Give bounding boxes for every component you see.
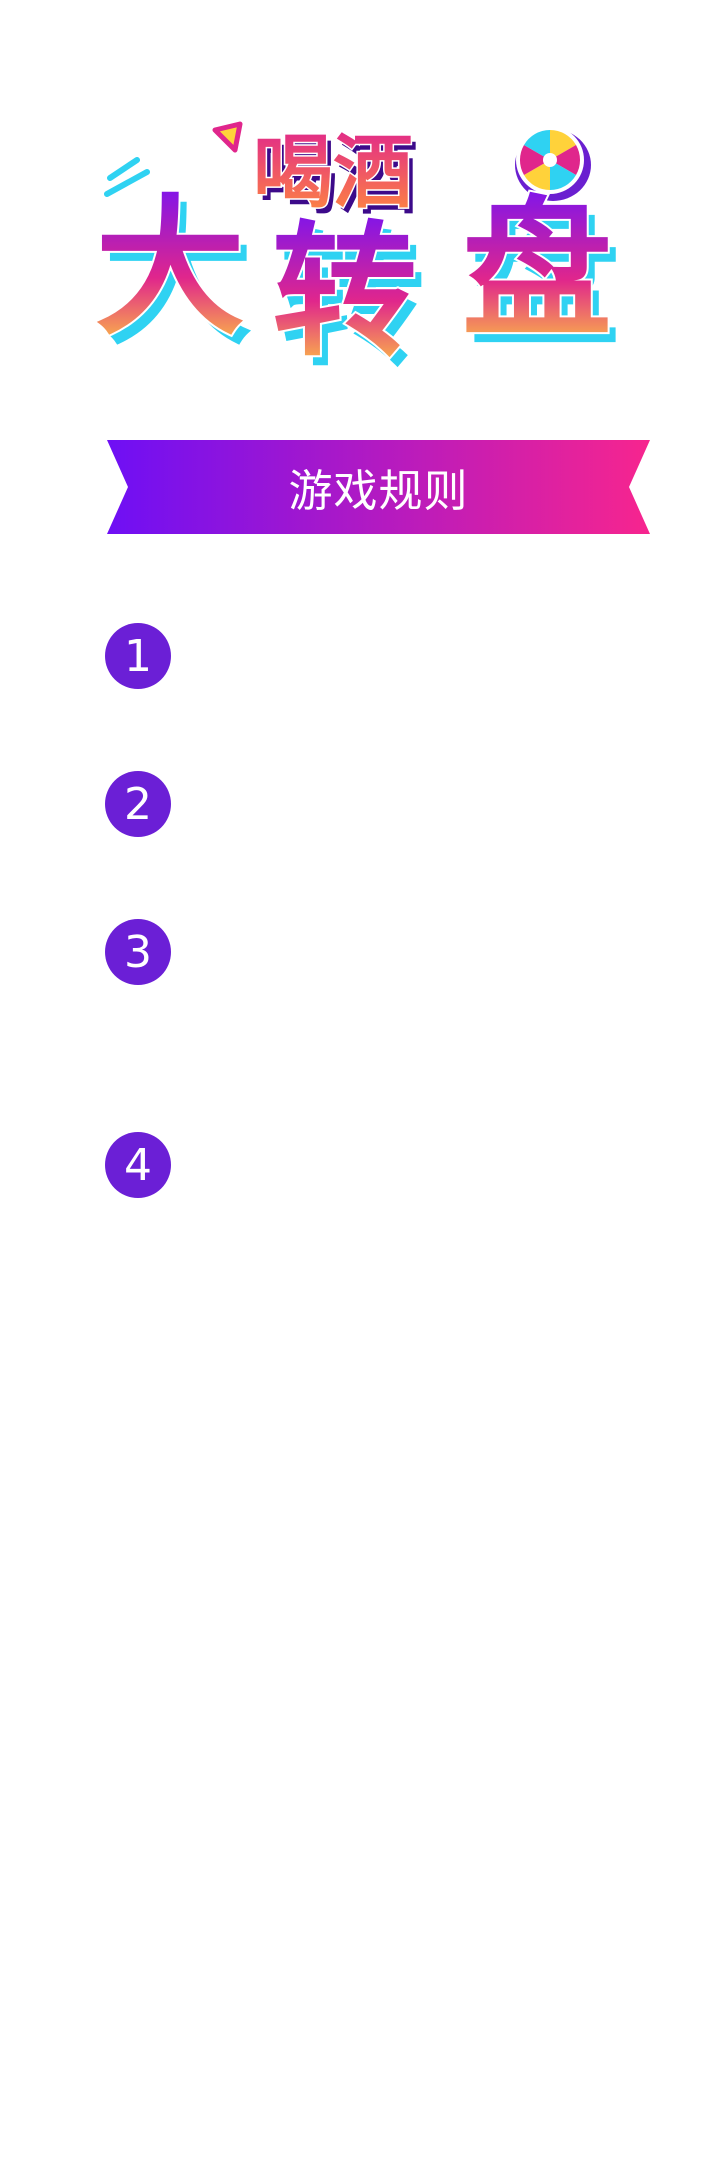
rule-item-1: 1 [105, 623, 171, 689]
rule-item-4: 4 [105, 1132, 171, 1198]
rule-number-badge: 4 [105, 1132, 171, 1198]
rule-item-3: 3 [105, 919, 171, 985]
rule-number-badge: 1 [105, 623, 171, 689]
rules-list: 1 2 3 4 [0, 0, 702, 2158]
rule-item-2: 2 [105, 771, 171, 837]
rule-number-badge: 3 [105, 919, 171, 985]
rule-number-badge: 2 [105, 771, 171, 837]
